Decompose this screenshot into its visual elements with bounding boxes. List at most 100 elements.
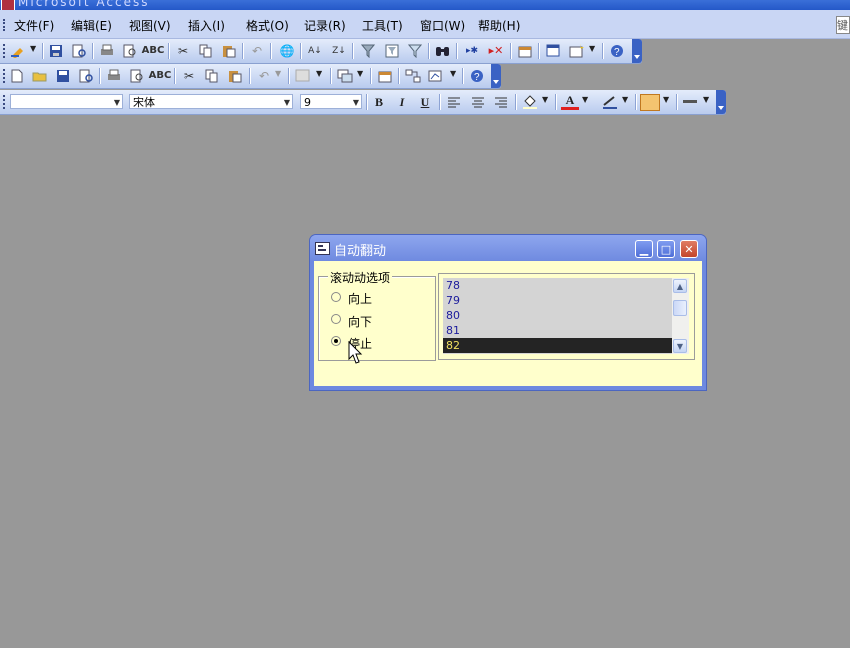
line-color-icon[interactable] (601, 94, 619, 110)
database-window-icon[interactable] (545, 42, 563, 59)
save-icon[interactable] (47, 42, 65, 59)
copy-icon[interactable] (197, 42, 215, 59)
list-item[interactable]: 80 (443, 308, 672, 323)
italic-button[interactable]: I (393, 94, 411, 110)
view-icon[interactable] (9, 42, 27, 59)
radio-up[interactable] (331, 292, 341, 302)
menu-format[interactable]: 格式(O) (246, 17, 289, 34)
scroll-down-icon[interactable]: ▼ (673, 339, 687, 353)
chevron-down-icon[interactable]: ▼ (284, 95, 290, 110)
maximize-button[interactable]: □ (657, 240, 675, 258)
align-left-icon[interactable] (445, 94, 463, 110)
relationships-icon[interactable] (404, 67, 422, 84)
chevron-down-icon[interactable]: ▼ (114, 95, 120, 110)
toolbar-options-icon[interactable] (716, 90, 726, 114)
spelling-icon[interactable]: ABC (142, 42, 165, 59)
ask-question-box[interactable]: 键 (836, 16, 850, 34)
radio-down-label[interactable]: 向下 (348, 313, 372, 330)
undo-dropdown-icon[interactable]: ▼ (275, 69, 281, 82)
cut-icon[interactable]: ✂ (174, 42, 192, 59)
properties-icon[interactable] (516, 42, 534, 59)
filter-by-form-icon[interactable] (383, 42, 401, 59)
insert-object-dropdown-icon[interactable]: ▼ (316, 69, 322, 82)
menu-records[interactable]: 记录(R) (304, 17, 346, 34)
hyperlink-icon[interactable]: 🌐 (278, 42, 296, 59)
analyze-icon[interactable] (427, 67, 445, 84)
menubar-grip-icon[interactable] (3, 19, 7, 31)
radio-stop[interactable] (331, 336, 341, 346)
paste-icon[interactable] (226, 67, 244, 84)
font-name-combo[interactable]: 宋体 ▼ (129, 94, 293, 109)
open-icon[interactable] (31, 67, 49, 84)
find-icon[interactable] (434, 42, 452, 59)
vertical-scrollbar[interactable]: ▲ ▼ (672, 278, 689, 354)
copy-icon[interactable] (203, 67, 221, 84)
print-preview-icon[interactable] (70, 42, 88, 59)
menu-tools[interactable]: 工具(T) (362, 17, 403, 34)
font-size-combo[interactable]: 9 ▼ (300, 94, 362, 109)
scroll-up-icon[interactable]: ▲ (673, 279, 687, 293)
font-color-dropdown-icon[interactable]: ▼ (582, 95, 588, 108)
line-width-dropdown-icon[interactable]: ▼ (703, 95, 709, 108)
new-object-icon[interactable] (568, 42, 586, 59)
undo-icon[interactable]: ↶ (248, 42, 266, 59)
office-links-icon[interactable] (336, 67, 354, 84)
cut-icon[interactable]: ✂ (180, 67, 198, 84)
print-preview-icon[interactable] (128, 67, 146, 84)
new-icon[interactable] (8, 67, 26, 84)
special-effect-dropdown-icon[interactable]: ▼ (663, 95, 669, 108)
menu-file[interactable]: 文件(F) (14, 17, 54, 34)
fill-color-dropdown-icon[interactable]: ▼ (542, 95, 548, 108)
toolbar-grip-icon[interactable] (3, 44, 5, 58)
filter-by-selection-icon[interactable] (359, 42, 377, 59)
object-combo[interactable]: ▼ (10, 94, 123, 109)
number-listbox[interactable]: 78 79 80 81 82 ▲ ▼ (438, 273, 695, 360)
new-record-icon[interactable]: ▸✱ (463, 42, 481, 59)
list-items-area[interactable]: 78 79 80 81 82 (443, 278, 672, 354)
list-item[interactable]: 78 (443, 278, 672, 293)
menu-help[interactable]: 帮助(H) (478, 17, 520, 34)
special-effect-icon[interactable] (640, 94, 660, 111)
scroll-thumb[interactable] (673, 300, 687, 316)
align-center-icon[interactable] (469, 94, 487, 110)
menu-view[interactable]: 视图(V) (129, 17, 171, 34)
list-item-selected[interactable]: 82 (443, 338, 672, 353)
line-width-icon[interactable] (681, 94, 699, 110)
properties-icon[interactable] (376, 67, 394, 84)
form-caption-bar[interactable]: 自动翻动 ▁ □ ✕ (310, 235, 706, 261)
undo-icon[interactable]: ↶ (255, 67, 273, 84)
font-color-button[interactable]: A (561, 93, 579, 110)
print-icon[interactable] (98, 42, 116, 59)
sort-descending-icon[interactable]: Z↓ (330, 42, 348, 59)
spelling-icon[interactable]: ABC (149, 67, 172, 84)
close-button[interactable]: ✕ (680, 240, 698, 258)
help-icon[interactable]: ? (608, 42, 626, 59)
sort-ascending-icon[interactable]: A↓ (306, 42, 324, 59)
delete-record-icon[interactable]: ▸✕ (487, 42, 505, 59)
fill-color-icon[interactable] (521, 94, 539, 110)
toolbar-options-icon[interactable] (632, 39, 642, 63)
chevron-down-icon[interactable]: ▼ (353, 95, 359, 110)
form-icon[interactable] (315, 242, 330, 255)
help-icon[interactable]: ? (468, 67, 486, 84)
radio-down[interactable] (331, 314, 341, 324)
minimize-button[interactable]: ▁ (635, 240, 653, 258)
underline-button[interactable]: U (416, 94, 434, 110)
apply-filter-icon[interactable] (406, 42, 424, 59)
view-dropdown-icon[interactable]: ▼ (30, 44, 36, 57)
menu-edit[interactable]: 编辑(E) (71, 17, 112, 34)
list-item[interactable]: 79 (443, 293, 672, 308)
paste-icon[interactable] (220, 42, 238, 59)
menu-insert[interactable]: 插入(I) (188, 17, 225, 34)
menu-window[interactable]: 窗口(W) (420, 17, 465, 34)
bold-button[interactable]: B (370, 94, 388, 110)
radio-up-label[interactable]: 向上 (348, 290, 372, 307)
align-right-icon[interactable] (492, 94, 510, 110)
list-item[interactable]: 81 (443, 323, 672, 338)
toolbar-grip-icon[interactable] (3, 69, 5, 83)
line-color-dropdown-icon[interactable]: ▼ (622, 95, 628, 108)
print-icon[interactable] (105, 67, 123, 84)
analyze-dropdown-icon[interactable]: ▼ (450, 69, 456, 82)
insert-object-icon[interactable] (294, 67, 312, 84)
file-search-icon[interactable] (77, 67, 95, 84)
